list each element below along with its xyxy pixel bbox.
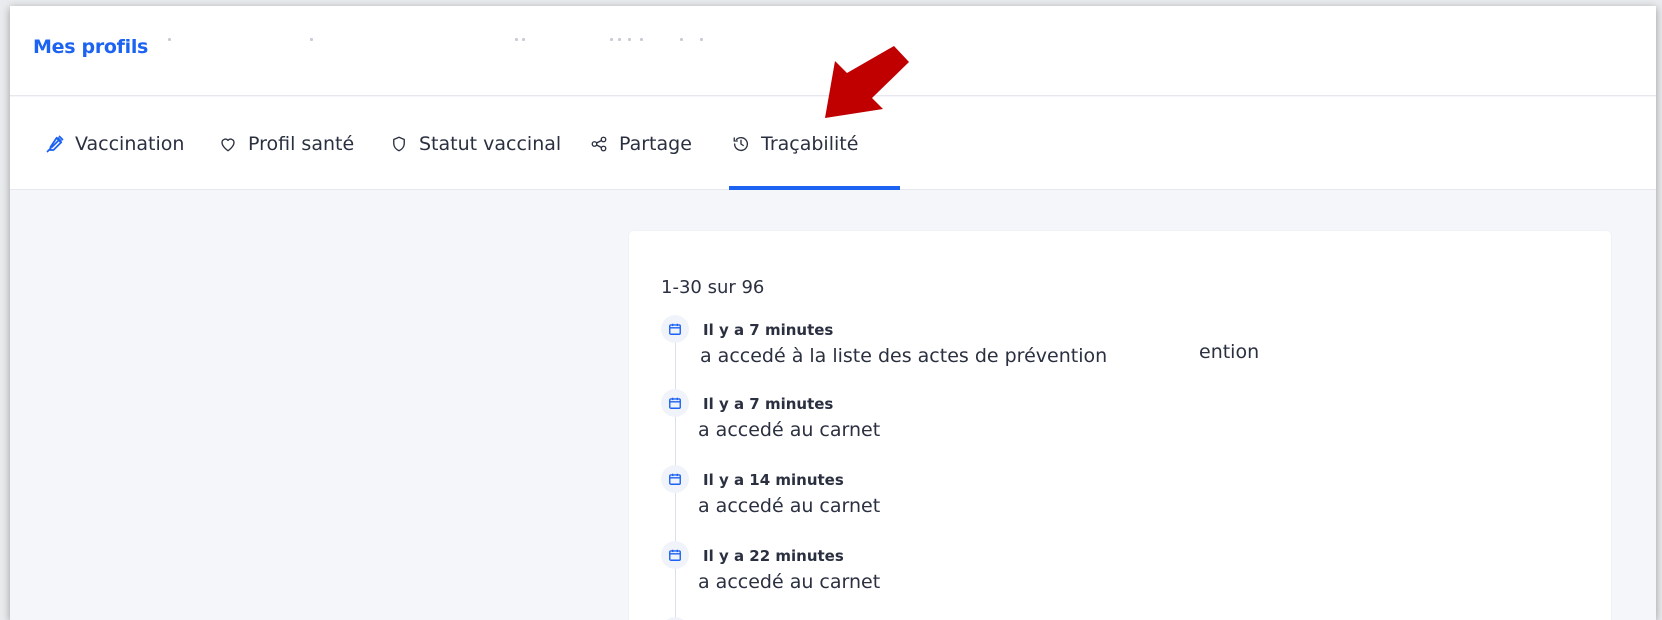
my-profiles-link[interactable]: Mes profils [33,36,148,58]
entry-description: a accedé au carnet [698,571,881,593]
tab-label: Vaccination [75,132,185,155]
calendar-icon [661,315,689,343]
tab-profil-sante[interactable]: Profil santé [218,97,354,190]
calendar-icon [661,465,689,493]
entry-time: Il y a 22 minutes [703,547,844,565]
entry-description: a accedé au carnet [698,495,881,517]
calendar-icon [661,389,689,417]
tab-statut-vaccinal[interactable]: Statut vaccinal [389,97,561,190]
tab-label: Profil santé [248,132,355,155]
share-icon [589,134,609,154]
shield-icon [389,134,409,154]
tab-label: Traçabilité [761,132,859,155]
syringe-icon [45,134,65,154]
faded-header-text [160,38,810,48]
tab-partage[interactable]: Partage [589,97,692,190]
entry-time: Il y a 7 minutes [703,321,834,339]
tab-label: Statut vaccinal [419,132,562,155]
faded-text-fragment: ention [1199,341,1260,363]
history-icon [731,134,751,154]
pagination-count: 1-30 sur 96 [661,277,765,298]
calendar-icon [661,541,689,569]
app-window: Mes profils Vaccination Profil santé Sta… [10,6,1656,620]
entry-description: a accedé à la liste des actes de prévent… [700,345,1108,367]
tab-label: Partage [619,132,692,155]
entry-time: Il y a 7 minutes [703,395,834,413]
history-panel: 1-30 sur 96 ention Il y a 7 minutes a ac… [629,231,1611,620]
entry-description: a accedé au carnet [698,419,881,441]
red-arrow-pointer [825,46,909,118]
heart-icon [218,134,238,154]
entry-time: Il y a 14 minutes [703,471,844,489]
tab-vaccination[interactable]: Vaccination [45,97,184,190]
